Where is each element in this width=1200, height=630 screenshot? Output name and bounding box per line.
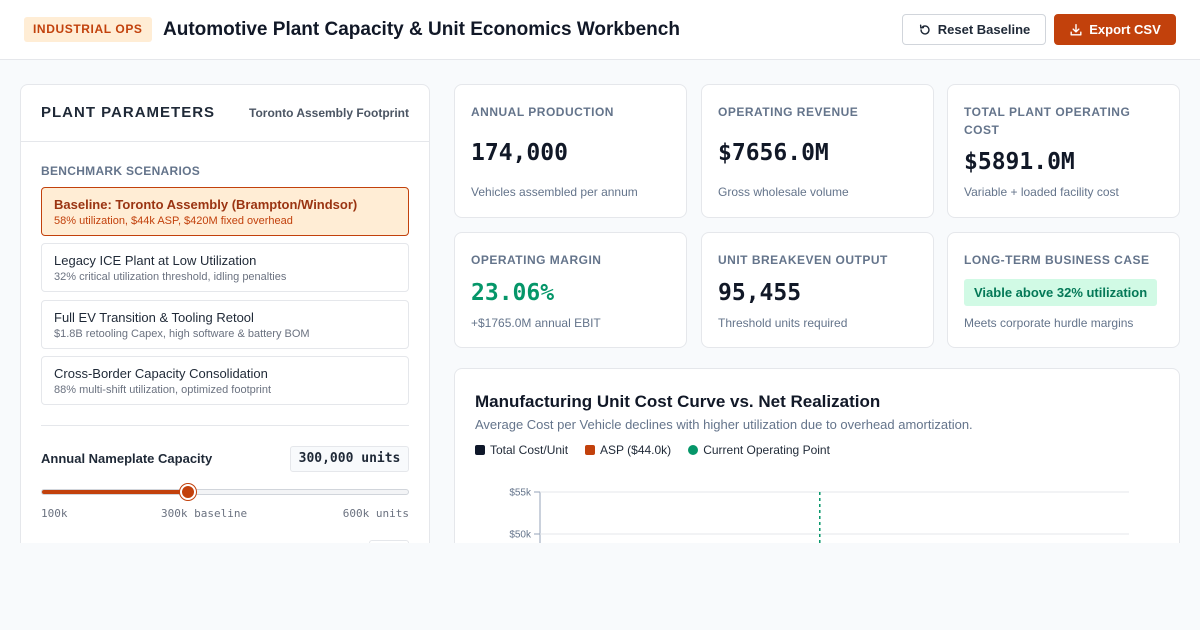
reset-baseline-label: Reset Baseline [937,22,1031,37]
kpi-label: UNIT BREAKEVEN OUTPUT [718,253,888,267]
unit-cost-chart-plot: $55k $50k [509,488,1129,543]
scenario-description: 32% critical utilization threshold, idli… [54,271,287,283]
panel-header: PLANT PARAMETERS Toronto Assembly Footpr… [21,85,429,142]
viability-badge: Viable above 32% utilization [964,279,1158,306]
capacity-slider-thumb[interactable] [180,484,197,500]
kpi-note: Meets corporate hurdle margins [964,316,1134,330]
panel-subtitle: Toronto Assembly Footprint [249,106,409,120]
kpi-value: 95,455 [718,280,802,306]
kpi-label: OPERATING REVENUE [718,105,859,119]
kpi-operating-margin: OPERATING MARGIN 23.06% +$1765.0M annual… [454,232,687,348]
kpi-value: $5891.0M [964,149,1075,175]
kpi-value: 23.06% [471,280,555,306]
kpi-business-case: LONG-TERM BUSINESS CASE Viable above 32%… [947,232,1180,348]
scenario-title: Baseline: Toronto Assembly (Brampton/Win… [54,197,358,212]
scenario-title: Full EV Transition & Tooling Retool [54,310,254,325]
industrial-ops-badge: INDUSTRIAL OPS [24,17,152,42]
kpi-value: $7656.0M [718,140,829,166]
scenario-title: Cross-Border Capacity Consolidation [54,366,268,381]
kpi-note: Variable + loaded facility cost [964,185,1119,199]
scenario-legacy-ice[interactable]: Legacy ICE Plant at Low Utilization 32% … [41,243,409,292]
scenario-cross-border-consolidation[interactable]: Cross-Border Capacity Consolidation 88% … [41,356,409,405]
kpi-value: 174,000 [471,140,568,166]
kpi-note: Vehicles assembled per annum [471,185,638,199]
capacity-slider-fill [42,490,189,494]
y-tick-label: $55k [509,488,532,499]
scenario-title: Legacy ICE Plant at Low Utilization [54,253,257,268]
kpi-note: Threshold units required [718,316,848,330]
kpi-label: LONG-TERM BUSINESS CASE [964,253,1150,267]
kpi-label: OPERATING MARGIN [471,253,602,267]
next-parameter-field[interactable] [369,540,409,543]
reset-baseline-button[interactable]: Reset Baseline [902,14,1046,45]
download-icon [1070,23,1082,36]
scenario-description: $1.8B retooling Capex, high software & b… [54,328,310,340]
kpi-total-operating-cost: TOTAL PLANT OPERATING COST $5891.0M Vari… [947,84,1180,218]
reset-icon [919,23,930,35]
scenario-description: 88% multi-shift utilization, optimized f… [54,384,272,396]
app-title: Automotive Plant Capacity & Unit Economi… [163,19,680,40]
kpi-annual-production: ANNUAL PRODUCTION 174,000 Vehicles assem… [454,84,687,218]
plant-parameters-panel: PLANT PARAMETERS Toronto Assembly Footpr… [20,84,430,543]
y-tick-label: $50k [509,530,532,541]
capacity-slider[interactable] [41,484,409,500]
slider-tick-min: 100k [41,507,68,520]
scenario-description: 58% utilization, $44k ASP, $420M fixed o… [54,215,293,227]
kpi-operating-revenue: OPERATING REVENUE $7656.0M Gross wholesa… [701,84,934,218]
capacity-value[interactable]: 300,000 units [290,446,409,472]
top-bar: INDUSTRIAL OPS Automotive Plant Capacity… [0,0,1200,60]
unit-cost-chart-card: Manufacturing Unit Cost Curve vs. Net Re… [454,368,1180,543]
panel-divider [41,425,409,426]
kpi-label: ANNUAL PRODUCTION [471,105,614,119]
export-csv-button[interactable]: Export CSV [1054,14,1176,45]
panel-title: PLANT PARAMETERS [41,104,216,121]
kpi-unit-breakeven: UNIT BREAKEVEN OUTPUT 95,455 Threshold u… [701,232,934,348]
kpi-note: Gross wholesale volume [718,185,849,199]
export-csv-label: Export CSV [1089,22,1161,37]
kpi-note: +$1765.0M annual EBIT [471,316,601,330]
capacity-label: Annual Nameplate Capacity [41,451,213,466]
slider-tick-max: 600k units [342,507,409,520]
scenario-full-ev-transition[interactable]: Full EV Transition & Tooling Retool $1.8… [41,300,409,349]
slider-tick-baseline: 300k baseline [161,507,248,520]
kpi-label: TOTAL PLANT OPERATING COST [964,105,1131,137]
scenario-baseline-toronto[interactable]: Baseline: Toronto Assembly (Brampton/Win… [41,187,409,236]
benchmark-scenarios-label: BENCHMARK SCENARIOS [41,164,201,178]
